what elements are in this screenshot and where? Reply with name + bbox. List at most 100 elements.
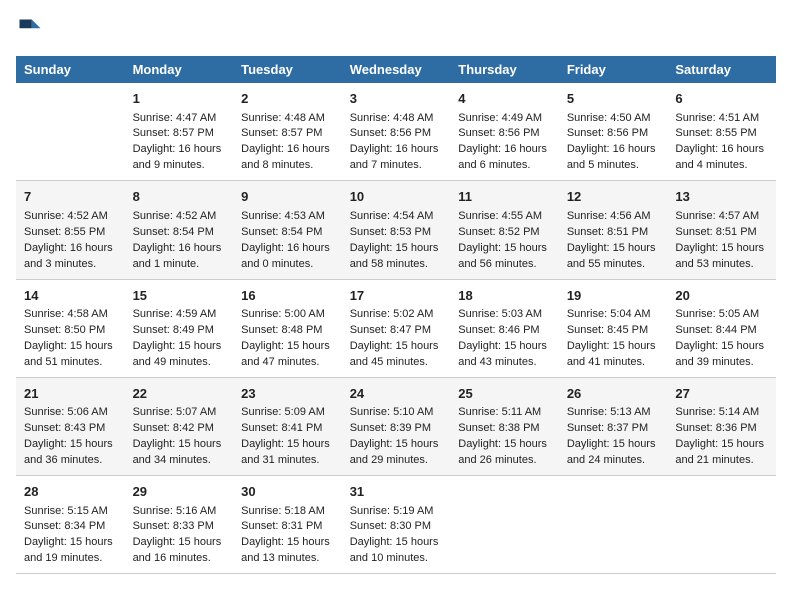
cell-text: Sunrise: 4:55 AMSunset: 8:52 PMDaylight:… (458, 209, 551, 273)
day-number: 17 (350, 286, 443, 306)
calendar-cell: 3Sunrise: 4:48 AMSunset: 8:56 PMDaylight… (342, 83, 451, 181)
cell-text: Sunrise: 5:05 AMSunset: 8:44 PMDaylight:… (675, 307, 768, 371)
calendar-cell: 29Sunrise: 5:16 AMSunset: 8:33 PMDayligh… (125, 476, 234, 574)
cell-text: Sunrise: 5:07 AMSunset: 8:42 PMDaylight:… (133, 405, 226, 469)
day-number: 5 (567, 89, 660, 109)
cell-text: Sunrise: 4:48 AMSunset: 8:56 PMDaylight:… (350, 111, 443, 175)
calendar-cell: 2Sunrise: 4:48 AMSunset: 8:57 PMDaylight… (233, 83, 342, 181)
calendar-cell: 16Sunrise: 5:00 AMSunset: 8:48 PMDayligh… (233, 279, 342, 377)
calendar-cell: 27Sunrise: 5:14 AMSunset: 8:36 PMDayligh… (667, 377, 776, 475)
cell-text: Sunrise: 4:59 AMSunset: 8:49 PMDaylight:… (133, 307, 226, 371)
cell-text: Sunrise: 5:04 AMSunset: 8:45 PMDaylight:… (567, 307, 660, 371)
header-cell-wednesday: Wednesday (342, 56, 451, 83)
day-number: 7 (24, 187, 117, 207)
header-row: SundayMondayTuesdayWednesdayThursdayFrid… (16, 56, 776, 83)
day-number: 26 (567, 384, 660, 404)
cell-text: Sunrise: 5:10 AMSunset: 8:39 PMDaylight:… (350, 405, 443, 469)
day-number: 1 (133, 89, 226, 109)
cell-text: Sunrise: 4:52 AMSunset: 8:55 PMDaylight:… (24, 209, 117, 273)
week-row-3: 14Sunrise: 4:58 AMSunset: 8:50 PMDayligh… (16, 279, 776, 377)
week-row-4: 21Sunrise: 5:06 AMSunset: 8:43 PMDayligh… (16, 377, 776, 475)
header-cell-thursday: Thursday (450, 56, 559, 83)
day-number: 19 (567, 286, 660, 306)
calendar-cell: 12Sunrise: 4:56 AMSunset: 8:51 PMDayligh… (559, 181, 668, 279)
day-number: 20 (675, 286, 768, 306)
day-number: 14 (24, 286, 117, 306)
day-number: 10 (350, 187, 443, 207)
calendar-cell: 8Sunrise: 4:52 AMSunset: 8:54 PMDaylight… (125, 181, 234, 279)
day-number: 11 (458, 187, 551, 207)
day-number: 12 (567, 187, 660, 207)
cell-text: Sunrise: 4:57 AMSunset: 8:51 PMDaylight:… (675, 209, 768, 273)
logo-icon (16, 16, 44, 44)
calendar-cell: 15Sunrise: 4:59 AMSunset: 8:49 PMDayligh… (125, 279, 234, 377)
cell-text: Sunrise: 5:13 AMSunset: 8:37 PMDaylight:… (567, 405, 660, 469)
cell-text: Sunrise: 4:52 AMSunset: 8:54 PMDaylight:… (133, 209, 226, 273)
calendar-cell: 18Sunrise: 5:03 AMSunset: 8:46 PMDayligh… (450, 279, 559, 377)
cell-text: Sunrise: 4:51 AMSunset: 8:55 PMDaylight:… (675, 111, 768, 175)
cell-text: Sunrise: 4:58 AMSunset: 8:50 PMDaylight:… (24, 307, 117, 371)
calendar-cell: 1Sunrise: 4:47 AMSunset: 8:57 PMDaylight… (125, 83, 234, 181)
week-row-2: 7Sunrise: 4:52 AMSunset: 8:55 PMDaylight… (16, 181, 776, 279)
calendar-cell (559, 476, 668, 574)
cell-text: Sunrise: 5:16 AMSunset: 8:33 PMDaylight:… (133, 504, 226, 568)
cell-text: Sunrise: 5:09 AMSunset: 8:41 PMDaylight:… (241, 405, 334, 469)
header-cell-friday: Friday (559, 56, 668, 83)
calendar-cell: 10Sunrise: 4:54 AMSunset: 8:53 PMDayligh… (342, 181, 451, 279)
cell-text: Sunrise: 5:02 AMSunset: 8:47 PMDaylight:… (350, 307, 443, 371)
week-row-5: 28Sunrise: 5:15 AMSunset: 8:34 PMDayligh… (16, 476, 776, 574)
cell-text: Sunrise: 5:15 AMSunset: 8:34 PMDaylight:… (24, 504, 117, 568)
cell-text: Sunrise: 4:56 AMSunset: 8:51 PMDaylight:… (567, 209, 660, 273)
day-number: 27 (675, 384, 768, 404)
day-number: 21 (24, 384, 117, 404)
calendar-cell: 9Sunrise: 4:53 AMSunset: 8:54 PMDaylight… (233, 181, 342, 279)
header-cell-sunday: Sunday (16, 56, 125, 83)
day-number: 4 (458, 89, 551, 109)
calendar-cell: 14Sunrise: 4:58 AMSunset: 8:50 PMDayligh… (16, 279, 125, 377)
cell-text: Sunrise: 5:03 AMSunset: 8:46 PMDaylight:… (458, 307, 551, 371)
cell-text: Sunrise: 5:19 AMSunset: 8:30 PMDaylight:… (350, 504, 443, 568)
calendar-cell (667, 476, 776, 574)
day-number: 15 (133, 286, 226, 306)
calendar-cell: 5Sunrise: 4:50 AMSunset: 8:56 PMDaylight… (559, 83, 668, 181)
cell-text: Sunrise: 5:06 AMSunset: 8:43 PMDaylight:… (24, 405, 117, 469)
calendar-cell (450, 476, 559, 574)
day-number: 22 (133, 384, 226, 404)
day-number: 29 (133, 482, 226, 502)
day-number: 30 (241, 482, 334, 502)
day-number: 2 (241, 89, 334, 109)
cell-text: Sunrise: 4:50 AMSunset: 8:56 PMDaylight:… (567, 111, 660, 175)
calendar-cell: 30Sunrise: 5:18 AMSunset: 8:31 PMDayligh… (233, 476, 342, 574)
calendar-cell: 31Sunrise: 5:19 AMSunset: 8:30 PMDayligh… (342, 476, 451, 574)
calendar-cell: 24Sunrise: 5:10 AMSunset: 8:39 PMDayligh… (342, 377, 451, 475)
day-number: 24 (350, 384, 443, 404)
calendar-cell: 23Sunrise: 5:09 AMSunset: 8:41 PMDayligh… (233, 377, 342, 475)
cell-text: Sunrise: 4:48 AMSunset: 8:57 PMDaylight:… (241, 111, 334, 175)
day-number: 9 (241, 187, 334, 207)
day-number: 31 (350, 482, 443, 502)
calendar-cell: 21Sunrise: 5:06 AMSunset: 8:43 PMDayligh… (16, 377, 125, 475)
calendar-cell: 13Sunrise: 4:57 AMSunset: 8:51 PMDayligh… (667, 181, 776, 279)
calendar-cell: 20Sunrise: 5:05 AMSunset: 8:44 PMDayligh… (667, 279, 776, 377)
day-number: 16 (241, 286, 334, 306)
cell-text: Sunrise: 5:14 AMSunset: 8:36 PMDaylight:… (675, 405, 768, 469)
calendar-cell: 4Sunrise: 4:49 AMSunset: 8:56 PMDaylight… (450, 83, 559, 181)
calendar-cell: 7Sunrise: 4:52 AMSunset: 8:55 PMDaylight… (16, 181, 125, 279)
day-number: 18 (458, 286, 551, 306)
header-cell-tuesday: Tuesday (233, 56, 342, 83)
calendar-cell (16, 83, 125, 181)
day-number: 6 (675, 89, 768, 109)
logo (16, 16, 48, 44)
calendar-cell: 25Sunrise: 5:11 AMSunset: 8:38 PMDayligh… (450, 377, 559, 475)
cell-text: Sunrise: 5:00 AMSunset: 8:48 PMDaylight:… (241, 307, 334, 371)
day-number: 28 (24, 482, 117, 502)
cell-text: Sunrise: 5:11 AMSunset: 8:38 PMDaylight:… (458, 405, 551, 469)
calendar-table: SundayMondayTuesdayWednesdayThursdayFrid… (16, 56, 776, 574)
calendar-cell: 28Sunrise: 5:15 AMSunset: 8:34 PMDayligh… (16, 476, 125, 574)
cell-text: Sunrise: 4:49 AMSunset: 8:56 PMDaylight:… (458, 111, 551, 175)
calendar-cell: 26Sunrise: 5:13 AMSunset: 8:37 PMDayligh… (559, 377, 668, 475)
cell-text: Sunrise: 4:47 AMSunset: 8:57 PMDaylight:… (133, 111, 226, 175)
header-cell-saturday: Saturday (667, 56, 776, 83)
calendar-cell: 19Sunrise: 5:04 AMSunset: 8:45 PMDayligh… (559, 279, 668, 377)
day-number: 25 (458, 384, 551, 404)
